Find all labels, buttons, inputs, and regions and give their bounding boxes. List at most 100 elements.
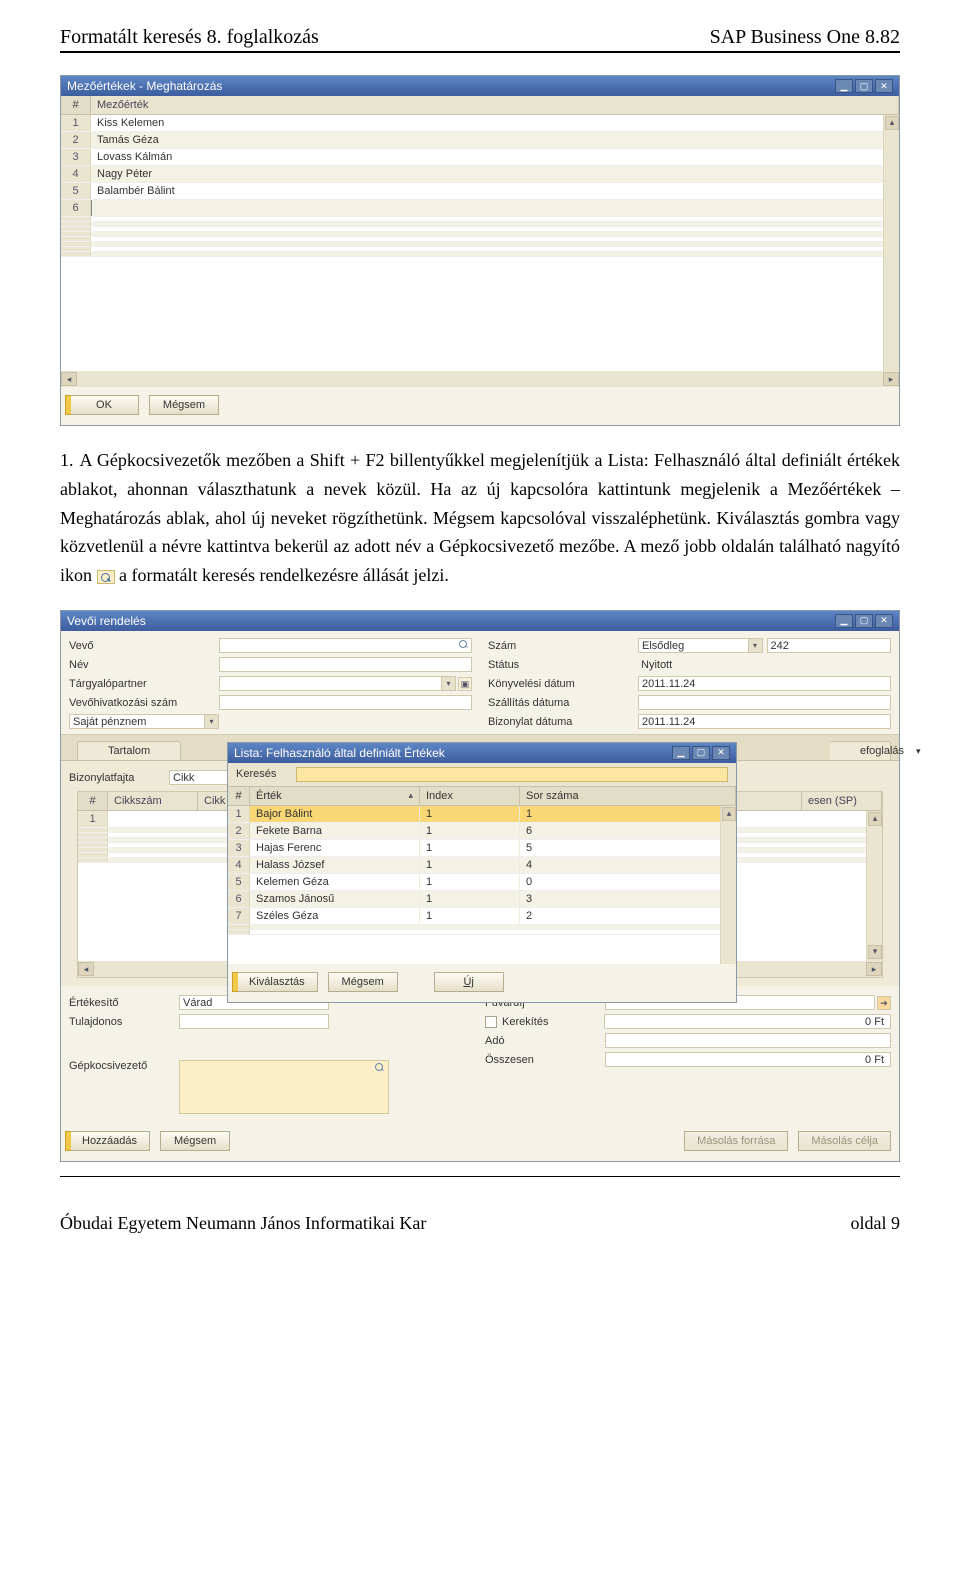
lookup-icon[interactable] — [458, 640, 470, 651]
col-num[interactable]: # — [61, 96, 91, 114]
scroll-up-icon[interactable]: ▴ — [868, 812, 882, 826]
scroll-right-icon[interactable]: ▸ — [866, 962, 882, 976]
select-penznem[interactable]: Saját pénznem▾ — [69, 714, 219, 729]
select-button[interactable]: Kiválasztás — [236, 972, 318, 992]
checkbox-kerekites[interactable] — [485, 1016, 497, 1028]
input-osszesen[interactable]: 0 Ft — [605, 1052, 891, 1067]
list-row[interactable]: 7Széles Géza12 — [228, 908, 736, 925]
dropdown-icon[interactable]: ▾ — [441, 677, 455, 690]
col-ertek[interactable]: Érték▴ — [250, 787, 420, 805]
row-num: 2 — [61, 132, 91, 148]
dropdown-icon[interactable]: ▾ — [748, 639, 762, 652]
col-index[interactable]: Index — [420, 787, 520, 805]
row-value[interactable] — [91, 200, 899, 216]
input-konyvelesi-datum[interactable]: 2011.11.24 — [638, 676, 891, 691]
magnifier-icon — [97, 570, 115, 584]
minimize-icon[interactable]: ▁ — [835, 614, 853, 628]
new-button[interactable]: Új — [434, 972, 504, 992]
maximize-icon[interactable]: ▢ — [855, 614, 873, 628]
row-value[interactable]: Tamás Géza — [91, 132, 899, 148]
col-num[interactable]: # — [78, 792, 108, 810]
label-vevohivatkozas: Vevőhivatkozási szám — [69, 697, 219, 709]
copy-target-button[interactable]: Másolás célja — [798, 1131, 891, 1151]
row-value[interactable]: Nagy Péter — [91, 166, 899, 182]
input-kerekites[interactable]: 0 Ft — [604, 1014, 891, 1029]
scroll-up-icon[interactable]: ▴ — [885, 116, 899, 130]
minimize-icon[interactable]: ▁ — [672, 746, 690, 760]
magnifier-icon[interactable] — [374, 1063, 386, 1074]
col-value[interactable]: Mezőérték — [91, 96, 899, 114]
col-num[interactable]: # — [228, 787, 250, 805]
close-icon[interactable]: ✕ — [875, 79, 893, 93]
horizontal-scrollbar[interactable]: ◂ ▸ — [61, 371, 899, 387]
label-ado: Adó — [485, 1035, 605, 1047]
scroll-down-icon[interactable]: ▾ — [868, 945, 882, 959]
input-tulajdonos[interactable] — [179, 1014, 329, 1029]
link-arrow-icon[interactable]: ➔ — [877, 996, 891, 1010]
row-value[interactable]: Kiss Kelemen — [91, 115, 899, 131]
title-text: Vevői rendelés — [67, 614, 146, 628]
footer-rule — [60, 1176, 900, 1177]
list-row[interactable]: 2Fekete Barna16 — [228, 823, 736, 840]
select-szam-type[interactable]: Elsődleg▾ — [638, 638, 763, 653]
row-num: 6 — [61, 200, 91, 216]
dropdown-icon[interactable]: ▾ — [204, 715, 218, 728]
scroll-up-icon[interactable]: ▴ — [722, 807, 736, 821]
row-value[interactable]: Lovass Kálmán — [91, 149, 899, 165]
maximize-icon[interactable]: ▢ — [692, 746, 710, 760]
input-targyalopartner[interactable]: ▾ — [219, 676, 456, 691]
vertical-scrollbar[interactable]: ▴▾ — [866, 811, 882, 961]
input-szallitas-datum[interactable] — [638, 695, 891, 710]
col-sorszama[interactable]: Sor száma — [520, 787, 736, 805]
titlebar-sales-order[interactable]: Vevői rendelés ▁ ▢ ✕ — [61, 611, 899, 631]
contact-icon[interactable]: ▣ — [458, 677, 472, 691]
cancel-button[interactable]: Mégsem — [328, 972, 398, 992]
copy-source-button[interactable]: Másolás forrása — [684, 1131, 788, 1151]
label-vevo: Vevő — [69, 640, 219, 652]
input-nev[interactable] — [219, 657, 472, 672]
label-szallitas-datum: Szállítás dátuma — [488, 697, 638, 709]
input-ado[interactable] — [605, 1033, 891, 1048]
input-bizonylat-datum[interactable]: 2011.11.24 — [638, 714, 891, 729]
sort-asc-icon[interactable]: ▴ — [408, 790, 413, 801]
list-row[interactable]: 4Halass József14 — [228, 857, 736, 874]
close-icon[interactable]: ✕ — [875, 614, 893, 628]
vertical-scrollbar[interactable]: ▴ — [720, 806, 736, 964]
row-num: 3 — [61, 149, 91, 165]
window-field-values: Mezőértékek - Meghatározás ▁ ▢ ✕ # Mezőé… — [60, 75, 900, 426]
list-row[interactable]: 6Szamos Jánosű13 — [228, 891, 736, 908]
add-button[interactable]: Hozzáadás — [69, 1131, 150, 1151]
close-icon[interactable]: ✕ — [712, 746, 730, 760]
tab-tartalom[interactable]: Tartalom — [77, 741, 181, 760]
scroll-right-icon[interactable]: ▸ — [883, 372, 899, 386]
row-num: 5 — [61, 183, 91, 199]
cancel-button[interactable]: Mégsem — [149, 395, 219, 415]
scroll-left-icon[interactable]: ◂ — [61, 372, 77, 386]
cancel-button[interactable]: Mégsem — [160, 1131, 230, 1151]
label-nev: Név — [69, 659, 219, 671]
textarea-gepkocsivezeto[interactable] — [179, 1060, 389, 1114]
input-kereses[interactable] — [296, 767, 728, 782]
minimize-icon[interactable]: ▁ — [835, 79, 853, 93]
ok-button[interactable]: OK — [69, 395, 139, 415]
input-szam[interactable]: 242 — [767, 638, 892, 653]
row-value[interactable]: Balambér Bálint — [91, 183, 899, 199]
tab-osszefoglalas[interactable]: efoglalás▾ — [830, 741, 891, 760]
scroll-left-icon[interactable]: ◂ — [78, 962, 94, 976]
list-row[interactable]: 1Bajor Bálint11 — [228, 806, 736, 823]
col-osszesen[interactable]: esen (SP) — [802, 792, 882, 810]
row-num: 1 — [61, 115, 91, 131]
col-cikkszam[interactable]: Cikkszám — [108, 792, 198, 810]
vertical-scrollbar[interactable]: ▴ — [883, 115, 899, 371]
input-vevohivatkozas[interactable] — [219, 695, 472, 710]
list-row[interactable]: 3Hajas Ferenc15 — [228, 840, 736, 857]
value-status: Nyitott — [638, 657, 891, 672]
list-row[interactable]: 5Kelemen Géza10 — [228, 874, 736, 891]
titlebar-field-values[interactable]: Mezőértékek - Meghatározás ▁ ▢ ✕ — [61, 76, 899, 96]
titlebar-udv[interactable]: Lista: Felhasználó által definiált Érték… — [228, 743, 736, 763]
page-header-right: SAP Business One 8.82 — [710, 26, 900, 49]
maximize-icon[interactable]: ▢ — [855, 79, 873, 93]
label-targyalopartner: Tárgyalópartner — [69, 678, 219, 690]
input-vevo[interactable] — [219, 638, 472, 653]
grid-header: # Mezőérték — [61, 96, 899, 115]
